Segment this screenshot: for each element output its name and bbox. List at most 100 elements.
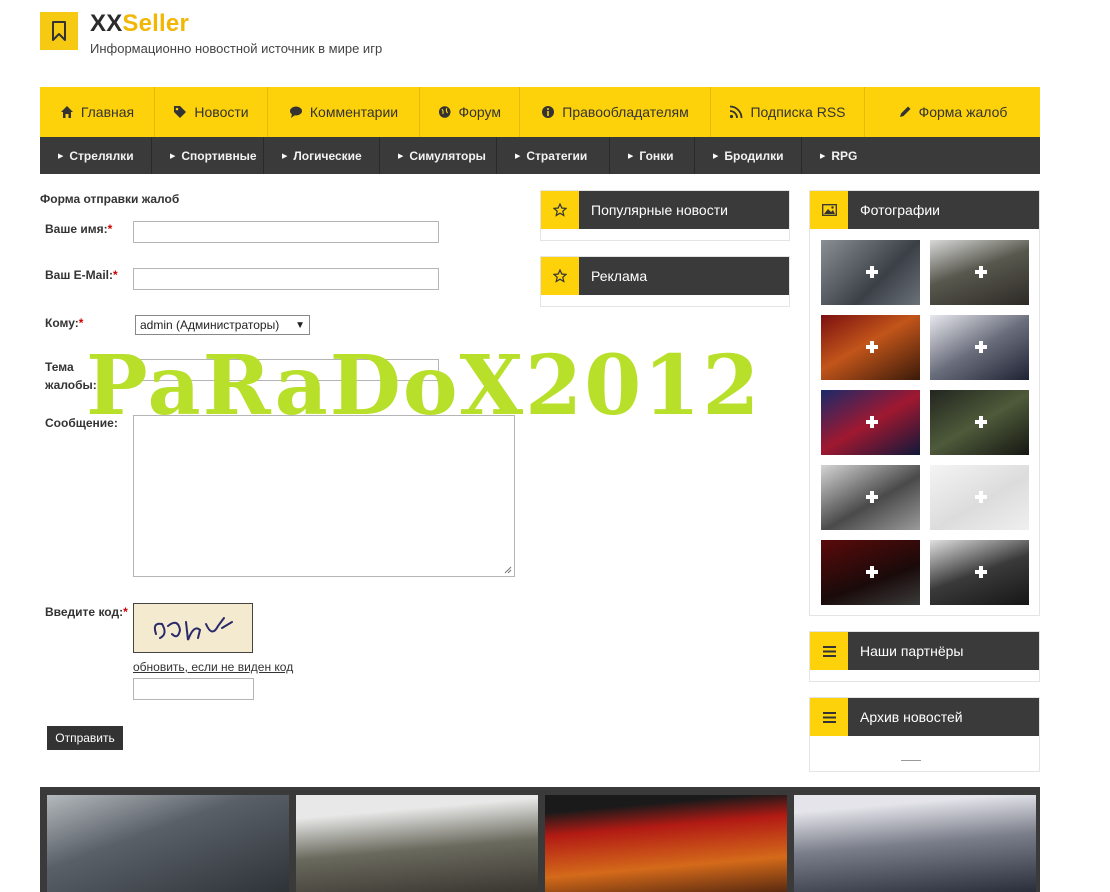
nav-item-label: Главная bbox=[80, 104, 135, 120]
caret-right-icon: ▶ bbox=[282, 152, 288, 160]
subject-label: Тема жалобы: bbox=[45, 358, 97, 394]
widget-popular-news: Популярные новости bbox=[540, 190, 790, 241]
widget-title: Наши партнёры bbox=[860, 643, 964, 659]
photo-thumb-dragon-commander[interactable] bbox=[821, 315, 920, 380]
image-icon bbox=[810, 191, 848, 229]
info-icon bbox=[542, 106, 555, 118]
nav-item-label: Подписка RSS bbox=[750, 104, 846, 120]
to-label-text: Кому: bbox=[45, 316, 79, 330]
photo-thumb-rise-of-triad-2[interactable] bbox=[821, 540, 920, 605]
photo-thumb-placeholder[interactable] bbox=[930, 465, 1029, 530]
email-label: Ваш E-Mail:* bbox=[45, 266, 118, 284]
category-label: Логические bbox=[293, 148, 362, 163]
site-logo[interactable] bbox=[40, 12, 78, 50]
category-nav: ▶ Стрелялки ▶ Спортивные ▶ Логические ▶ Симу… bbox=[40, 137, 1040, 174]
comment-icon bbox=[289, 106, 302, 118]
widget-header: Фотографии bbox=[810, 191, 1039, 229]
globe-icon bbox=[438, 106, 451, 118]
category-adventure[interactable]: ▶ Бродилки bbox=[695, 137, 802, 174]
required-mark: * bbox=[78, 316, 84, 330]
slide-ripd[interactable] bbox=[794, 795, 1036, 892]
main-nav: Главная Новости Комментарии Форум Правоо… bbox=[40, 87, 1040, 137]
nav-item-news[interactable]: Новости bbox=[155, 87, 268, 137]
photo-thumb-rise-of-triad[interactable] bbox=[930, 390, 1029, 455]
category-rpg[interactable]: ▶ RPG bbox=[802, 137, 882, 174]
star-icon bbox=[541, 191, 579, 229]
resize-handle-icon[interactable] bbox=[504, 566, 512, 574]
category-simulators[interactable]: ▶ Симуляторы bbox=[380, 137, 497, 174]
caret-right-icon: ▶ bbox=[628, 152, 634, 160]
caret-right-icon: ▶ bbox=[713, 152, 719, 160]
slide-dishonored[interactable] bbox=[296, 795, 538, 892]
plus-icon bbox=[975, 341, 987, 353]
site-title[interactable]: XXSeller bbox=[90, 10, 189, 38]
nav-item-label: Форум bbox=[458, 104, 501, 120]
category-shooters[interactable]: ▶ Стрелялки bbox=[40, 137, 152, 174]
nav-item-rss[interactable]: Подписка RSS bbox=[711, 87, 865, 137]
photo-thumb-dishonored[interactable] bbox=[930, 240, 1029, 305]
site-title-part2: Seller bbox=[122, 10, 190, 37]
photo-thumb-arma-dayz[interactable] bbox=[821, 465, 920, 530]
category-label: Стрелялки bbox=[69, 148, 134, 163]
email-input[interactable] bbox=[133, 268, 439, 290]
photo-thumb-castlevania[interactable] bbox=[821, 390, 920, 455]
nav-item-complaint-form[interactable]: Форма жалоб bbox=[865, 87, 1040, 137]
required-mark: * bbox=[123, 605, 128, 619]
widget-header: Популярные новости bbox=[541, 191, 789, 229]
nav-item-label: Правообладателям bbox=[562, 104, 689, 120]
site-tagline: Информационно новостной источник в мире … bbox=[90, 41, 383, 56]
tag-icon bbox=[174, 106, 187, 118]
email-label-text: Ваш E-Mail: bbox=[45, 268, 114, 282]
category-sports[interactable]: ▶ Спортивные bbox=[152, 137, 264, 174]
category-label: RPG bbox=[831, 148, 858, 163]
category-label: Гонки bbox=[639, 148, 674, 163]
pencil-icon bbox=[899, 106, 911, 117]
menu-icon bbox=[810, 632, 848, 670]
plus-icon bbox=[866, 491, 878, 503]
subject-label-line2: жалобы: bbox=[45, 378, 97, 392]
photo-thumb-arma[interactable] bbox=[930, 540, 1029, 605]
nav-item-comments[interactable]: Комментарии bbox=[268, 87, 420, 137]
caret-right-icon: ▶ bbox=[170, 152, 176, 160]
site-title-part1: XX bbox=[90, 10, 123, 37]
category-strategy[interactable]: ▶ Стратегии bbox=[497, 137, 610, 174]
caret-right-icon: ▶ bbox=[820, 152, 826, 160]
plus-icon bbox=[866, 416, 878, 428]
captcha-input[interactable] bbox=[133, 678, 254, 700]
category-label: Симуляторы bbox=[409, 148, 486, 163]
widget-title: Архив новостей bbox=[860, 709, 963, 725]
dropdown-arrow-icon: ▼ bbox=[295, 319, 305, 331]
nav-item-label: Форма жалоб bbox=[918, 104, 1008, 120]
plus-icon bbox=[866, 341, 878, 353]
subject-input[interactable] bbox=[133, 359, 439, 381]
message-textarea[interactable] bbox=[133, 415, 515, 577]
message-label: Сообщение: bbox=[45, 416, 118, 430]
nav-item-forum[interactable]: Форум bbox=[420, 87, 520, 137]
name-label: Ваше имя:* bbox=[45, 220, 112, 238]
widget-header: Реклама bbox=[541, 257, 789, 295]
submit-button[interactable]: Отправить bbox=[47, 726, 123, 750]
nav-item-copyright[interactable]: Правообладателям bbox=[520, 87, 711, 137]
refresh-captcha-link[interactable]: обновить, если не виден код bbox=[133, 660, 293, 674]
required-mark: * bbox=[107, 222, 113, 236]
slide-crysis[interactable] bbox=[47, 795, 289, 892]
category-racing[interactable]: ▶ Гонки bbox=[610, 137, 695, 174]
plus-icon bbox=[975, 266, 987, 278]
name-input[interactable] bbox=[133, 221, 439, 243]
plus-icon bbox=[975, 491, 987, 503]
name-label-text: Ваше имя: bbox=[45, 222, 108, 236]
to-label: Кому:* bbox=[45, 314, 83, 332]
recipient-select[interactable]: admin (Администраторы) ▼ bbox=[135, 315, 310, 335]
photo-thumb-crysis[interactable] bbox=[821, 240, 920, 305]
slide-dragon-commander[interactable] bbox=[545, 795, 787, 892]
plus-icon bbox=[975, 566, 987, 578]
widget-title: Фотографии bbox=[860, 202, 941, 218]
code-label: Введите код:* bbox=[45, 603, 128, 621]
category-label: Бродилки bbox=[724, 148, 784, 163]
category-logic[interactable]: ▶ Логические bbox=[264, 137, 380, 174]
nav-item-home[interactable]: Главная bbox=[40, 87, 155, 137]
widget-header: Архив новостей bbox=[810, 698, 1039, 736]
subject-label-line1: Тема bbox=[45, 360, 74, 374]
widget-ads: Реклама bbox=[540, 256, 790, 307]
photo-thumb-ripd[interactable] bbox=[930, 315, 1029, 380]
